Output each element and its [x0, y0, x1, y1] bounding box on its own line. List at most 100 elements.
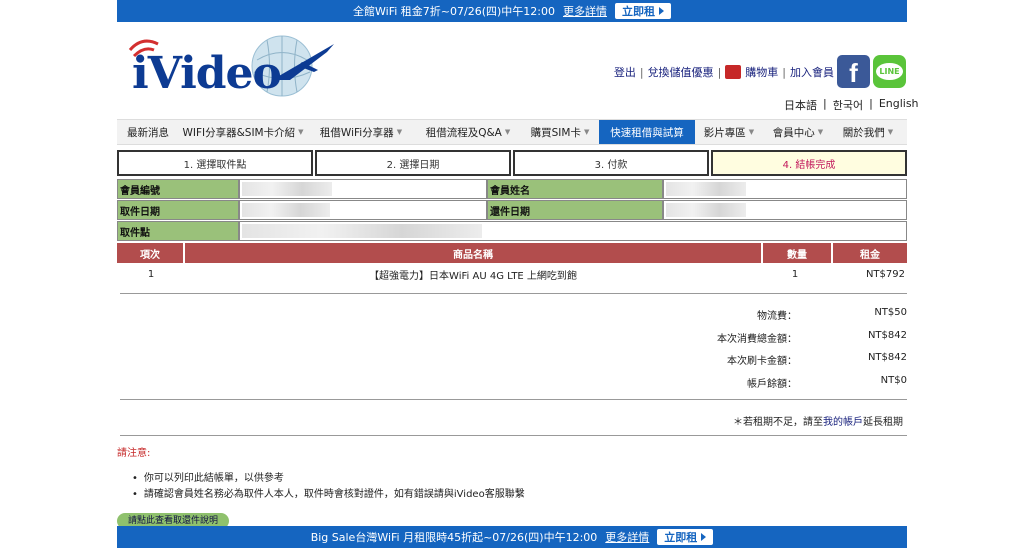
divider	[120, 435, 907, 436]
step-select-pickup: 1. 選擇取件點	[117, 150, 313, 176]
pickup-date-label: 取件日期	[117, 200, 239, 220]
summary-card-charge: 本次刷卡金額： NT$842	[607, 352, 907, 367]
summary-shipping: 物流費： NT$50	[607, 307, 907, 322]
pickup-point-label: 取件點	[117, 221, 239, 241]
play-arrow-icon	[658, 7, 664, 15]
summary-label: 本次刷卡金額：	[727, 356, 797, 367]
notice-title: 請注意:	[117, 448, 151, 459]
summary-value: NT$0	[880, 375, 907, 386]
chevron-down-icon: ▼	[504, 128, 511, 136]
language-switcher: 日本語 | 한국어 | English	[784, 97, 919, 113]
nav-label: 購買SIM卡	[530, 126, 581, 139]
step-select-date: 2. 選擇日期	[315, 150, 511, 176]
list-item: 請確認會員姓名務必為取件人本人，取件時會核對證件，如有錯誤請與iVideo客服聯…	[132, 487, 525, 503]
extend-note-suffix: 延長租期	[863, 417, 903, 428]
top-promo-text: 全館WiFi 租金7折~07/26(四)中午12:00	[353, 5, 555, 18]
top-promo-banner: 全館WiFi 租金7折~07/26(四)中午12:00 更多詳情 立即租	[117, 0, 907, 22]
extend-rental-note: ＊若租期不足，請至我的帳戶延長租期	[733, 413, 903, 428]
checkout-steps: 1. 選擇取件點 2. 選擇日期 3. 付款 4. 結帳完成	[117, 150, 907, 176]
summary-total: 本次消費總金額： NT$842	[607, 330, 907, 345]
extend-note-prefix: ＊若租期不足，請至	[733, 417, 823, 428]
member-name-label: 會員姓名	[487, 179, 663, 199]
return-date-label: 還件日期	[487, 200, 663, 220]
nav-label: 租借WiFi分享器	[319, 126, 394, 139]
divider: |	[823, 97, 827, 110]
bottom-promo-text: Big Sale台灣WiFi 月租限時45折起~07/26(四)中午12:00	[310, 531, 598, 544]
nav-item-wifi-sim-intro[interactable]: WIFI分享器&SIM卡介紹 ▼	[179, 120, 307, 144]
nav-item-about[interactable]: 關於我們 ▼	[833, 120, 903, 144]
join-member-link[interactable]: 加入會員	[790, 64, 834, 80]
bottom-rent-now-button[interactable]: 立即租	[657, 529, 714, 545]
nav-item-quick-rent[interactable]: 快速租借與試算	[599, 120, 695, 144]
top-rent-now-button[interactable]: 立即租	[614, 3, 671, 19]
nav-label: 會員中心	[772, 126, 815, 139]
item-name: 【超強電力】日本WiFi AU 4G LTE 上網吃到飽	[369, 270, 577, 282]
nav-item-process-qa[interactable]: 租借流程及Q&A ▼	[415, 120, 521, 144]
col-header-qty: 數量	[763, 243, 831, 263]
summary-label: 物流費：	[757, 311, 797, 322]
nav-label: WIFI分享器&SIM卡介紹	[182, 126, 296, 139]
bottom-promo-banner: Big Sale台灣WiFi 月租限時45折起~07/26(四)中午12:00 …	[117, 526, 907, 548]
summary-value: NT$50	[874, 307, 907, 318]
list-item: 你可以列印此結帳單，以供參考	[132, 471, 525, 487]
summary-balance: 帳戶餘額： NT$0	[607, 375, 907, 390]
facebook-icon[interactable]: f	[837, 55, 870, 88]
summary-value: NT$842	[867, 330, 907, 341]
summary-label: 本次消費總金額：	[717, 334, 797, 345]
nav-item-news[interactable]: 最新消息	[117, 120, 179, 144]
nav-label: 影片專區	[703, 126, 746, 139]
return-date-value	[663, 200, 907, 220]
main-nav: 最新消息 WIFI分享器&SIM卡介紹 ▼ 租借WiFi分享器 ▼ 租借流程及Q&A…	[117, 119, 907, 145]
nav-label: 租借流程及Q&A	[425, 126, 502, 139]
divider	[120, 293, 907, 294]
line-label: LINE	[876, 63, 903, 80]
lang-korean[interactable]: 한국어	[833, 97, 863, 113]
items-table-header: 項次 商品名稱 數量 租金	[117, 243, 907, 263]
play-arrow-icon	[701, 533, 707, 541]
chevron-down-icon: ▼	[817, 128, 824, 136]
chevron-down-icon: ▼	[887, 128, 894, 136]
col-header-price: 租金	[833, 243, 907, 263]
redacted-value	[666, 203, 746, 217]
summary-value: NT$842	[867, 352, 907, 363]
col-header-name: 商品名稱	[185, 243, 761, 263]
member-id-label: 會員編號	[117, 179, 239, 199]
divider	[120, 399, 907, 400]
nav-label: 快速租借與試算	[610, 126, 684, 139]
top-promo-more-link[interactable]: 更多詳情	[563, 3, 607, 19]
item-price: NT$792	[865, 268, 905, 280]
item-qty: 1	[791, 268, 799, 280]
nav-item-buy-sim[interactable]: 購買SIM卡 ▼	[521, 120, 599, 144]
top-rent-now-label: 立即租	[621, 5, 655, 18]
my-account-link[interactable]: 我的帳戶	[823, 417, 863, 428]
chevron-down-icon: ▼	[298, 128, 304, 136]
nav-item-videos[interactable]: 影片專區 ▼	[695, 120, 763, 144]
nav-item-member-center[interactable]: 會員中心 ▼	[763, 120, 833, 144]
col-header-no: 項次	[117, 243, 183, 263]
order-info-table: 會員編號 會員姓名 取件日期 還件日期 取件點	[117, 179, 907, 242]
logout-link[interactable]: 登出	[614, 64, 636, 80]
line-icon[interactable]: LINE	[873, 55, 906, 88]
nav-label: 最新消息	[127, 126, 169, 139]
redacted-value	[242, 224, 482, 238]
divider: |	[869, 97, 873, 110]
divider: |	[717, 65, 722, 79]
member-name-value	[663, 179, 907, 199]
exchange-link[interactable]: 兌換儲值優惠	[648, 64, 714, 80]
nav-item-rent-wifi[interactable]: 租借WiFi分享器 ▼	[307, 120, 415, 144]
lang-english[interactable]: English	[879, 97, 919, 113]
cart-link[interactable]: 購物車	[745, 64, 778, 80]
shopping-cart-icon[interactable]	[725, 65, 742, 79]
divider: |	[782, 65, 786, 79]
lang-japanese[interactable]: 日本語	[784, 97, 817, 113]
header-links: 登出 | 兌換儲值優惠 | 購物車 | 加入會員	[614, 64, 834, 80]
bottom-promo-more-link[interactable]: 更多詳情	[605, 529, 649, 545]
summary-label: 帳戶餘額：	[747, 379, 797, 390]
item-no: 1	[147, 268, 155, 280]
bottom-rent-now-label: 立即租	[664, 531, 698, 544]
step-complete: 4. 結帳完成	[711, 150, 907, 176]
member-id-value	[239, 179, 487, 199]
logo-text: iVideo	[132, 48, 282, 99]
site-logo[interactable]: iVideo	[122, 30, 337, 106]
table-row: 1 【超強電力】日本WiFi AU 4G LTE 上網吃到飽 1 NT$792	[117, 263, 907, 285]
